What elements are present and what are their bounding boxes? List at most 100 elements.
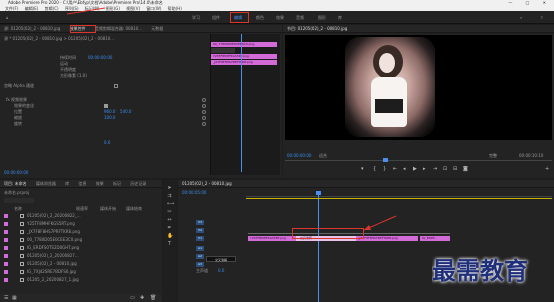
- track-v3-label[interactable]: V3: [196, 220, 204, 225]
- effect-controls-timeline[interactable]: 00_7780D05E0CEE3C0.png Y25TF8MHFKGS5RT.p…: [210, 34, 280, 175]
- tab-markers[interactable]: 标记: [113, 181, 121, 186]
- home-icon[interactable]: ⌂: [6, 15, 9, 20]
- tab-info[interactable]: 信息: [78, 181, 86, 186]
- tab-project[interactable]: 项目: 未命名: [4, 181, 27, 186]
- playhead-line[interactable]: [241, 34, 242, 172]
- tab-sequence[interactable]: 01205(02)_2 - 00810.jpg: [182, 181, 232, 186]
- add-marker-icon[interactable]: ▾: [361, 166, 364, 172]
- search-icon[interactable]: ⌕: [520, 15, 522, 20]
- reset-icon[interactable]: [202, 116, 206, 120]
- timeline-playhead[interactable]: [318, 192, 319, 302]
- timeline-timecode[interactable]: 00:00:05:00: [182, 190, 206, 196]
- project-item[interactable]: IG_ERDFS0TS2D0GHT.png: [27, 245, 79, 251]
- master-volume-value[interactable]: 0.0: [218, 268, 224, 274]
- workspace-libraries[interactable]: 库: [338, 15, 342, 21]
- track-v2-label[interactable]: V2: [196, 228, 204, 233]
- project-item[interactable]: Y25TF8MHFKGS5RT.png: [27, 221, 75, 227]
- play-icon[interactable]: ▶: [413, 166, 417, 172]
- project-item[interactable]: 01205(02)_2 - 00810.jpg: [27, 261, 77, 267]
- pixel-aspect-value[interactable]: 方形像素 (1.0): [60, 73, 87, 79]
- pen-tool-icon[interactable]: ✒: [167, 226, 172, 231]
- mark-out-icon[interactable]: }: [383, 166, 386, 172]
- project-item[interactable]: 01205(02)_2_20200822_...: [27, 213, 81, 219]
- new-bin-icon[interactable]: ▭: [130, 295, 135, 301]
- column-frame-rate[interactable]: 帧速率: [76, 206, 88, 212]
- video-canvas[interactable]: [285, 35, 552, 140]
- razor-tool-icon[interactable]: ✂: [167, 210, 172, 215]
- playback-quality[interactable]: 完整: [489, 153, 497, 159]
- program-scrubber[interactable]: [285, 160, 552, 161]
- new-item-icon[interactable]: ✚: [140, 295, 144, 301]
- hand-tool-icon[interactable]: ✋: [167, 234, 173, 239]
- tab-libraries[interactable]: 库: [65, 181, 69, 186]
- lift-icon[interactable]: ⊡: [443, 166, 447, 172]
- project-item[interactable]: 01205_2_20200827_1.jpg: [27, 277, 79, 283]
- program-monitor-title[interactable]: 节目: 01205(02)_2 - 00810.jpg: [287, 26, 347, 31]
- mini-clip[interactable]: 00_7780D05E0CEE3C0.png: [211, 42, 277, 47]
- step-forward-icon[interactable]: ▸: [423, 166, 426, 172]
- timeline-clip[interactable]: Y25TF8MHFKGS5RT.png: [248, 236, 298, 241]
- mini-clip[interactable]: _JX7F8F8HS7PRFTKR8.png: [211, 60, 277, 65]
- reset-icon[interactable]: [202, 98, 206, 102]
- workspace-learn[interactable]: 学习: [192, 15, 200, 21]
- export-frame-icon[interactable]: ◙: [463, 166, 468, 172]
- workspace-color[interactable]: 颜色: [256, 15, 264, 21]
- file-icon: [20, 214, 24, 218]
- go-to-in-icon[interactable]: ⇤: [393, 166, 397, 172]
- track-a2-label[interactable]: A2: [196, 254, 204, 259]
- file-icon: [20, 262, 24, 266]
- mini-clip[interactable]: Y25TF8MHFKGS5RT.png: [211, 54, 277, 59]
- effect-checkbox[interactable]: [104, 104, 108, 108]
- alpha-checkbox[interactable]: [114, 84, 118, 88]
- type-tool-icon[interactable]: T: [167, 242, 172, 247]
- add-button-icon[interactable]: +: [545, 166, 549, 172]
- track-v1-label[interactable]: V1: [196, 236, 204, 241]
- workspace-audio[interactable]: 音频: [296, 15, 304, 21]
- tab-metadata[interactable]: 元数据: [151, 26, 163, 31]
- zoom-fit[interactable]: 适合: [319, 153, 327, 159]
- timeline-ruler[interactable]: [246, 192, 552, 197]
- tab-history[interactable]: 历史记录: [130, 181, 146, 186]
- scale-value[interactable]: 100.0: [104, 115, 115, 121]
- slip-tool-icon[interactable]: ↔: [167, 218, 172, 223]
- tab-media-browser[interactable]: 媒体浏览器: [36, 181, 56, 186]
- project-item[interactable]: 00_7780D05E0CEE3C0.png: [27, 237, 82, 243]
- rotation-value[interactable]: 0.0: [104, 140, 110, 146]
- program-playhead[interactable]: [383, 158, 388, 162]
- project-item[interactable]: 01205(02)_2_20200827...: [27, 253, 79, 259]
- track-select-tool-icon[interactable]: ⇉: [167, 194, 172, 199]
- workspace-effects[interactable]: 效果: [276, 15, 284, 21]
- mark-in-icon[interactable]: {: [373, 166, 376, 172]
- reset-icon[interactable]: [202, 110, 206, 114]
- track-a1-label[interactable]: A1: [196, 246, 204, 251]
- extract-icon[interactable]: ⊟: [453, 166, 457, 172]
- reset-icon[interactable]: [202, 122, 206, 126]
- track-a3-label[interactable]: A3: [196, 262, 204, 267]
- position-y-value[interactable]: 540.0: [120, 109, 131, 115]
- trash-icon[interactable]: 🗑: [150, 295, 156, 301]
- tab-source[interactable]: 源: 01205(02)_2 - 00810.jpg: [4, 26, 60, 31]
- icon-view-icon[interactable]: ▦: [12, 295, 17, 301]
- work-area-bar[interactable]: [246, 198, 552, 199]
- effect-controls-timecode[interactable]: 00:00:00:00: [4, 170, 28, 176]
- program-timecode[interactable]: 00:00:00:00: [287, 153, 311, 159]
- workspace-assembly[interactable]: 组件: [212, 15, 220, 21]
- tab-effects[interactable]: 效果: [96, 181, 104, 186]
- project-item[interactable]: IG_7XJ42SRE7BDFS6.jpg: [27, 269, 76, 275]
- column-name[interactable]: 名称: [14, 206, 22, 212]
- workspace-graphics[interactable]: 图形: [318, 15, 326, 21]
- list-view-icon[interactable]: ☰: [4, 295, 8, 301]
- ripple-edit-tool-icon[interactable]: ⟷: [167, 202, 174, 207]
- step-back-icon[interactable]: ◂: [403, 166, 406, 172]
- go-to-out-icon[interactable]: ⇥: [433, 166, 437, 172]
- project-search-input[interactable]: [4, 198, 34, 203]
- column-media-start[interactable]: 媒体开始: [100, 206, 116, 212]
- duration-value[interactable]: 00:00:00:00: [88, 55, 112, 61]
- project-item[interactable]: _JX7F8F8HS7PRFTKR8.png: [27, 229, 80, 235]
- share-icon[interactable]: ⇪: [540, 15, 543, 20]
- selection-tool-icon[interactable]: ➤: [167, 186, 172, 191]
- timeline-clip[interactable]: IG_ERDF...: [420, 236, 450, 241]
- reset-icon[interactable]: [202, 104, 206, 108]
- timeline-playhead-handle[interactable]: [316, 191, 321, 195]
- column-media-end[interactable]: 媒体结束: [126, 206, 142, 212]
